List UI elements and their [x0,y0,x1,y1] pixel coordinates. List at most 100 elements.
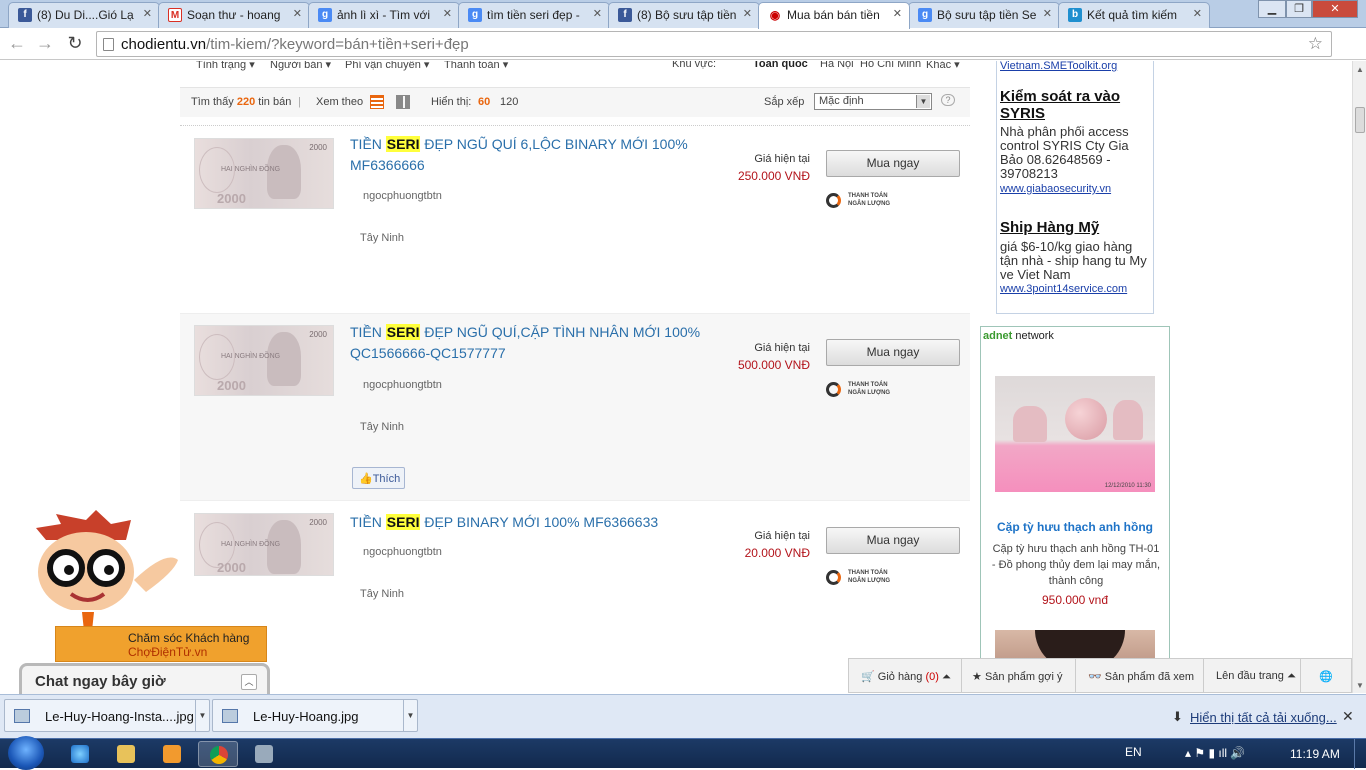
browser-tab[interactable]: g tìm tiền seri đẹp - ✕ [458,2,610,28]
sort-select[interactable]: Mặc định ▼ [814,93,932,110]
chat-widget[interactable]: Chat ngay bây giờ ︿ [19,663,270,695]
start-button[interactable] [8,736,44,770]
download-item[interactable]: Le-Huy-Hoang-Insta....jpg ▼ [4,699,210,732]
language-indicator[interactable]: EN [1125,745,1142,759]
suggested-products-button[interactable]: ★ Sản phẩm gợi ý [962,659,1076,693]
show-60[interactable]: 60 [478,96,490,108]
facebook-icon: f [618,8,632,22]
url-path: /tim-kiem/?keyword=bán+tiền+seri+đẹp [206,36,469,53]
ad-url[interactable]: Vietnam.SMEToolkit.org [1000,61,1117,72]
ad-title[interactable]: Ship Hàng Mỹ [1000,219,1099,236]
taskbar-explorer[interactable] [106,741,146,767]
region-all[interactable]: Toàn quốc [753,61,808,70]
scroll-up-icon[interactable]: ▲ [1356,65,1364,74]
filter-seller[interactable]: Người bán ▾ [270,61,331,71]
show-label: Hiển thị: [431,96,472,108]
chevron-down-icon[interactable]: ▼ [195,700,209,731]
close-tab-icon[interactable]: ✕ [893,7,902,20]
grid-view-icon[interactable] [396,95,410,109]
ad-product-title[interactable]: Cặp tỳ hưu thạch anh hồng [981,520,1169,534]
minimize-window-button[interactable]: ▁ [1258,0,1286,18]
filter-condition[interactable]: Tình trạng ▾ [196,61,255,71]
close-icon[interactable]: ✕ [1342,708,1354,725]
ad-url[interactable]: www.3point14service.com [1000,283,1127,295]
buy-now-button[interactable]: Mua ngay [826,527,960,554]
browser-tab[interactable]: f (8) Du Di....Gió Lạ ✕ [8,2,160,28]
media-player-icon [163,745,181,763]
taskbar-app[interactable] [244,741,284,767]
scrollbar-thumb[interactable] [1355,107,1365,133]
page-scrollbar[interactable]: ▲ ▼ [1352,61,1366,693]
taskbar-chrome[interactable] [198,741,238,767]
region-hanoi[interactable]: Hà Nội [820,61,854,70]
location: Tây Ninh [360,421,405,433]
chevron-up-icon[interactable]: ︿ [241,674,257,690]
adnet-logo: adnet network [983,330,1054,342]
price-label: Giá hiện tại [754,530,810,542]
close-tab-icon[interactable]: ✕ [743,7,752,20]
buy-now-button[interactable]: Mua ngay [826,339,960,366]
product-title-link[interactable]: TIỀN SERI ĐẸP NGŨ QUÍ,CẶP TÌNH NHÂN MỚI … [350,322,710,364]
ad-product-image[interactable]: 12/12/2010 11:30 [995,376,1155,492]
help-icon[interactable]: ? [941,94,955,106]
browser-tab[interactable]: M Soạn thư - hoang ✕ [158,2,310,28]
like-button[interactable]: 👍Thích [352,467,405,489]
region-hcm[interactable]: Hồ Chí Minh [860,61,921,70]
maximize-window-button[interactable]: ❐ [1286,0,1312,18]
back-to-top-button[interactable]: Lên đầu trang ⏶ [1204,659,1301,693]
ngan-luong-badge: THANH TOÁN NGÂN LƯỢNG [826,569,906,587]
product-thumbnail[interactable]: 2000 HAI NGHÌN ĐỒNG 2000 [194,325,334,396]
close-tab-icon[interactable]: ✕ [143,7,152,20]
product-title-link[interactable]: TIỀN SERI ĐẸP BINARY MỚI 100% MF6366633 [350,512,710,533]
filter-shipping[interactable]: Phí vận chuyển ▾ [345,61,429,71]
browser-tab-active[interactable]: ◉ Mua bán bán tiền ✕ [758,2,910,29]
download-item[interactable]: Le-Huy-Hoang.jpg ▼ [212,699,418,732]
close-tab-icon[interactable]: ✕ [1193,7,1202,20]
ad-url[interactable]: www.giabaosecurity.vn [1000,183,1111,195]
region-other[interactable]: Khác ▾ [926,61,960,71]
viewed-products-button[interactable]: 👓 Sản phẩm đã xem [1076,659,1204,693]
cart-button[interactable]: 🛒 Giỏ hàng (0) ⏶ [849,659,962,693]
close-window-button[interactable]: ✕ [1312,0,1358,18]
chevron-down-icon[interactable]: ▼ [403,700,417,731]
system-tray[interactable]: EN [1125,745,1142,759]
seller-link[interactable]: ngocphuongtbtn [363,190,442,202]
filter-payment[interactable]: Thanh toán ▾ [444,61,508,71]
show-120[interactable]: 120 [500,96,518,108]
forward-arrow-icon[interactable]: → [34,33,56,54]
reload-icon[interactable]: ↻ [64,33,86,54]
tray-icons[interactable]: ▴ ⚑ ▮ ıll 🔊 [1185,746,1245,760]
scroll-down-icon[interactable]: ▼ [1356,681,1364,690]
app-icon [255,745,273,763]
taskbar-ie[interactable] [60,741,100,767]
product-title-link[interactable]: TIỀN SERI ĐẸP NGŨ QUÍ 6,LỘC BINARY MỚI 1… [350,134,710,176]
product-thumbnail[interactable]: 2000 HAI NGHÌN ĐỒNG 2000 [194,138,334,209]
close-tab-icon[interactable]: ✕ [293,7,302,20]
list-view-icon[interactable] [370,95,384,109]
show-desktop-button[interactable] [1354,739,1366,769]
seller-link[interactable]: ngocphuongtbtn [363,379,442,391]
seller-link[interactable]: ngocphuongtbtn [363,546,442,558]
close-tab-icon[interactable]: ✕ [443,7,452,20]
bookmark-star-icon[interactable]: ☆ [1308,34,1323,54]
product-thumbnail[interactable]: 2000 HAI NGHÌN ĐỒNG 2000 [194,513,334,576]
download-shelf: Le-Huy-Hoang-Insta....jpg ▼ Le-Huy-Hoang… [0,694,1366,738]
browser-tab[interactable]: b Kết quả tìm kiếm ✕ [1058,2,1210,28]
show-all-downloads-link[interactable]: Hiển thị tất cả tải xuống... [1190,710,1337,725]
buy-now-button[interactable]: Mua ngay [826,150,960,177]
close-tab-icon[interactable]: ✕ [1043,7,1052,20]
browser-tab[interactable]: f (8) Bộ sưu tập tiền ✕ [608,2,760,28]
close-tab-icon[interactable]: ✕ [593,7,602,20]
customer-care-banner[interactable]: Chăm sóc Khách hàng ChợĐiệnTử.vn [55,626,267,662]
text-ads: Vietnam.SMEToolkit.org Kiểm soát ra vào … [996,61,1154,314]
browser-tab[interactable]: g Bộ sưu tập tiền Se ✕ [908,2,1060,28]
taskbar-media[interactable] [152,741,192,767]
image-file-icon [14,709,30,723]
ad-title[interactable]: Kiểm soát ra vào SYRIS [1000,88,1152,122]
ad-desc: giá $6-10/kg giao hàng tận nhà - ship ha… [1000,239,1147,282]
address-bar[interactable]: chodientu.vn/tim-kiem/?keyword=bán+tiền+… [96,31,1332,57]
back-arrow-icon[interactable]: ← [6,33,28,54]
globe-icon[interactable]: 🌐 [1301,659,1351,693]
clock[interactable]: 11:19 AM [1290,747,1340,761]
browser-tab[interactable]: g ảnh lì xì - Tìm với ✕ [308,2,460,28]
